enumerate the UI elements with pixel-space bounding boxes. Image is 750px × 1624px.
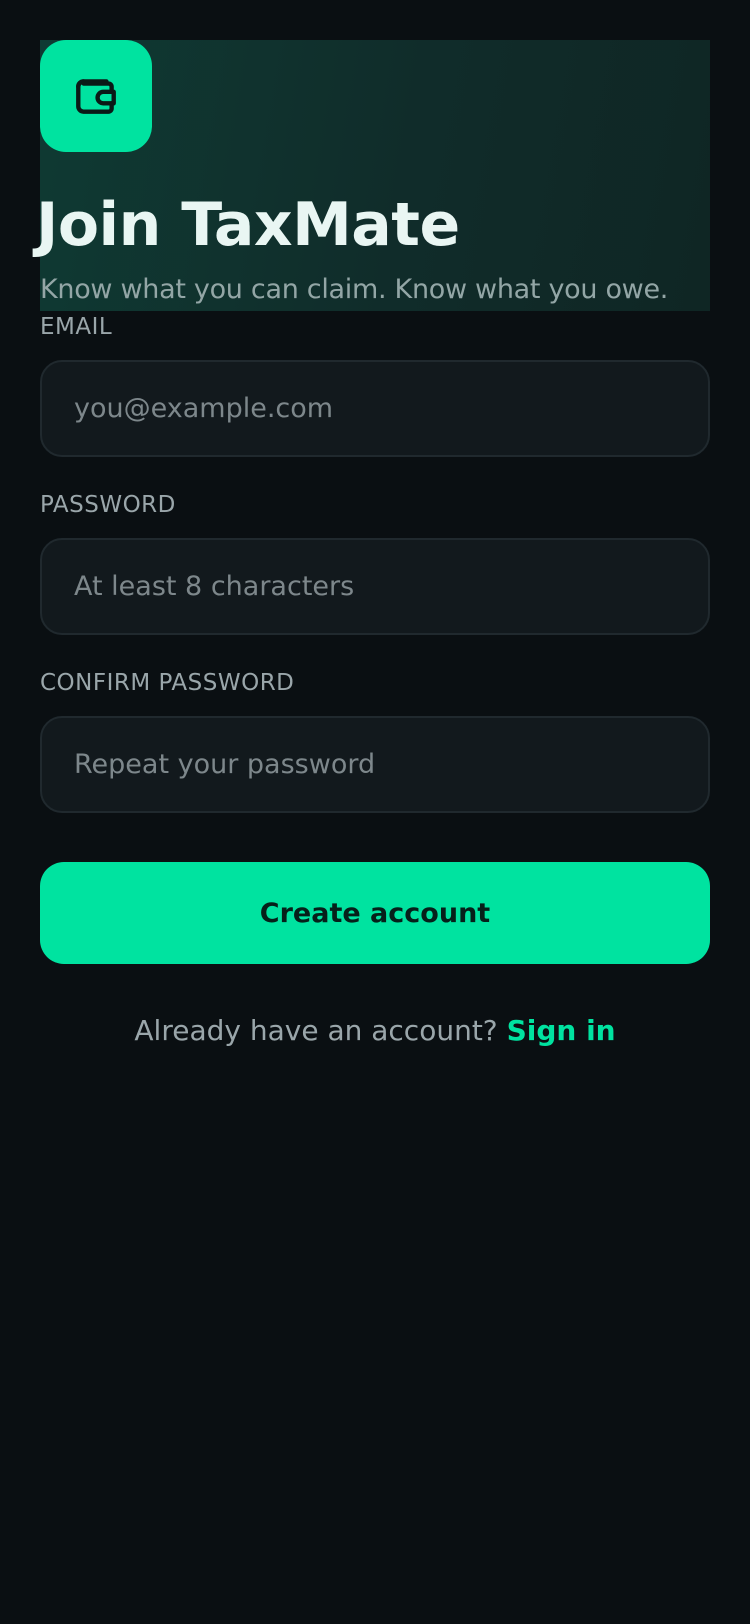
confirm-password-field-container: [40, 716, 710, 813]
password-label: PASSWORD: [40, 492, 176, 518]
password-field[interactable]: [42, 540, 708, 633]
confirm-password-label: CONFIRM PASSWORD: [40, 670, 295, 696]
email-field-container: [40, 360, 710, 457]
password-field-container: [40, 538, 710, 635]
confirm-password-field[interactable]: [42, 718, 708, 811]
app-logo: [40, 40, 152, 152]
signin-prompt-text: Already have an account?: [134, 1014, 498, 1047]
email-field[interactable]: [42, 362, 708, 455]
page-title: Join TaxMate: [36, 190, 460, 260]
wallet-icon: [76, 79, 116, 114]
create-account-button[interactable]: Create account: [40, 862, 710, 964]
email-label: EMAIL: [40, 314, 113, 340]
sign-in-link[interactable]: Sign in: [507, 1014, 616, 1047]
signin-prompt: Already have an account? Sign in: [0, 1014, 750, 1047]
page-subtitle: Know what you can claim. Know what you o…: [40, 274, 669, 305]
